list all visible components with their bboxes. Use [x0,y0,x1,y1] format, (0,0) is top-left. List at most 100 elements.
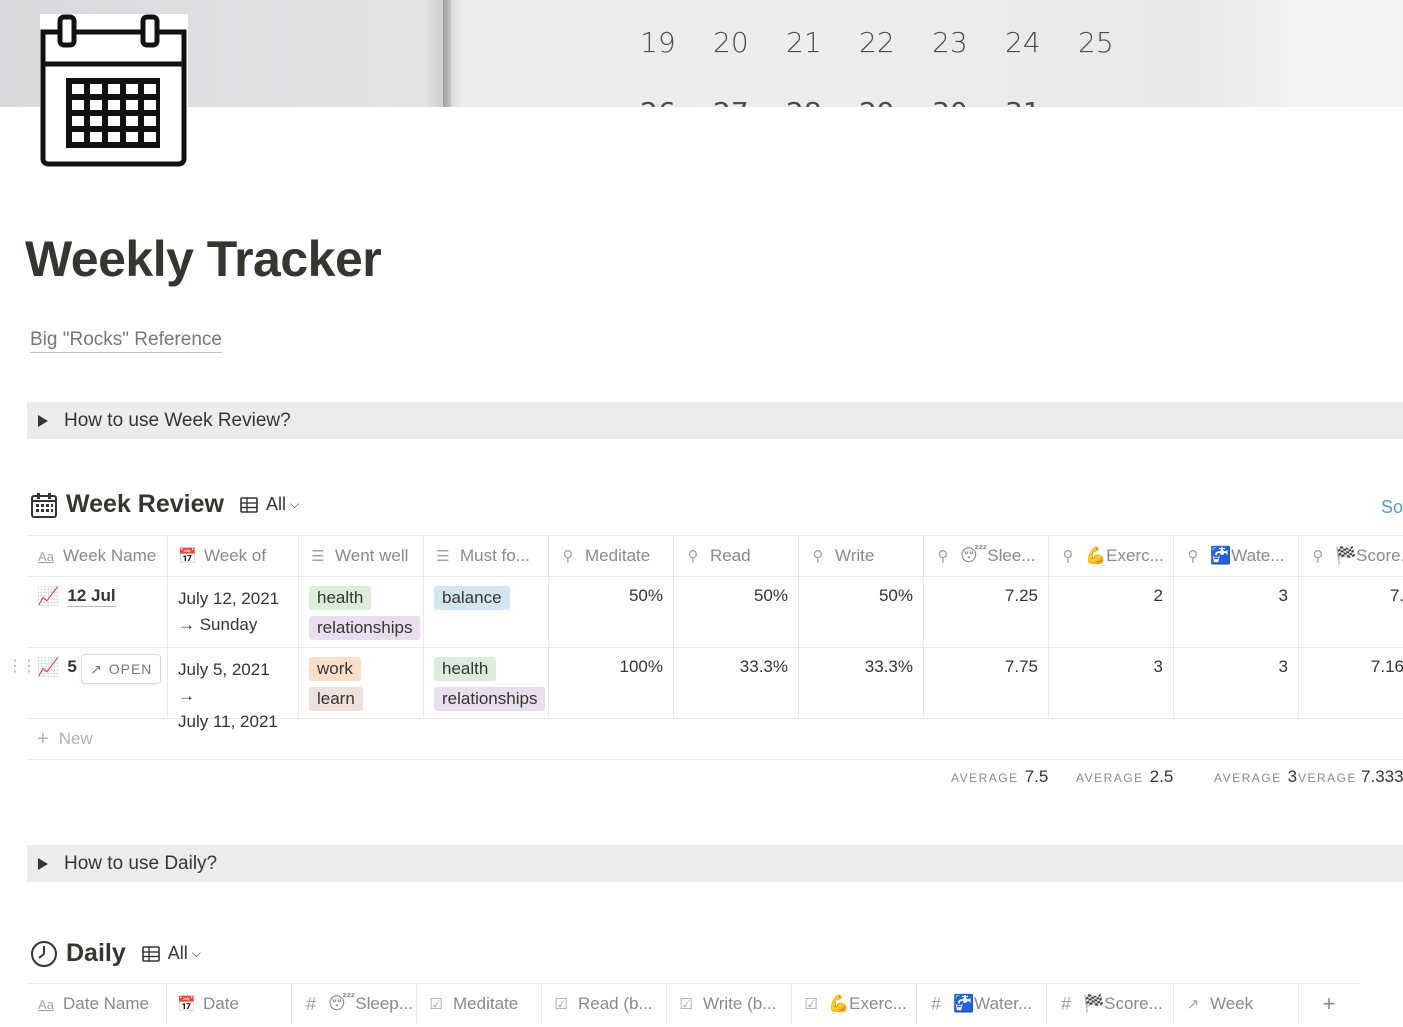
week-of-cell[interactable]: July 5, 2021 → July 11, 2021 [168,648,299,731]
tag-relationships: relationships [309,616,421,640]
score-cell[interactable]: 7.16 [1299,648,1403,718]
tag-work: work [309,657,361,681]
read-cell[interactable]: 50% [674,577,799,647]
water-emoji-icon: 🚰 [953,994,975,1013]
calendar-icon: 📅 [178,548,197,565]
water-cell[interactable]: 3 [1174,648,1299,718]
calendar-icon[interactable] [40,14,188,169]
expand-icon: ↗ [90,660,103,677]
column-header-score[interactable]: # 🏁 Score... [1047,984,1174,1024]
table-header-row: Aa Date Name 📅 Date # 😴 Sleep... ☑ Meditate ☑… [27,984,1359,1024]
add-column-button[interactable]: + [1299,984,1359,1024]
sleeping-emoji-icon: 😴 [960,546,988,565]
must-focus-cell[interactable]: health relationships [424,648,549,718]
column-header-score[interactable]: ⚲ 🏁 Score. [1299,536,1403,576]
score-average[interactable]: VERAGE7.3333 [1298,767,1403,787]
sleep-average[interactable]: AVERAGE 7.5 [951,767,1048,787]
column-header-sleep[interactable]: # 😴 Sleep... [292,984,417,1024]
chequered-flag-emoji-icon: 🏁 [1335,546,1357,565]
week-review-header: Week Review All ⌵ [30,490,299,519]
column-header-went-well[interactable]: ☰ Went well [299,536,424,576]
open-button[interactable]: ↗ OPEN [81,654,162,684]
relation-arrow-icon: ↗ [1186,996,1200,1013]
column-header-week[interactable]: ↗ Week [1174,984,1299,1024]
chart-page-icon: 📈 [37,586,60,606]
checkbox-icon: ☑ [679,996,693,1013]
calendar-icon: 📅 [177,996,196,1013]
sleep-cell[interactable]: 7.25 [924,577,1049,647]
water-average[interactable]: AVERAGE 3 [1214,767,1297,787]
exercise-cell[interactable]: 2 [1049,577,1174,647]
exercise-average[interactable]: AVERAGE 2.5 [1076,767,1173,787]
text-property-icon: Aa [38,548,54,564]
column-header-week-of[interactable]: 📅 Week of [168,536,299,576]
tag-relationships: relationships [434,687,546,711]
meditate-cell[interactable]: 50% [549,577,674,647]
calendar-icon [31,492,57,518]
column-header-exercise[interactable]: ☑ 💪 Exerc... [792,984,917,1024]
column-header-water[interactable]: # 🚰 Water... [917,984,1047,1024]
week-name-cell[interactable]: 📈 5 ↗ OPEN [27,648,168,718]
flexed-biceps-emoji-icon: 💪 [1085,546,1107,565]
column-header-sleep[interactable]: ⚲ 😴 Slee... [924,536,1049,576]
checkbox-icon: ☑ [429,996,443,1013]
checkbox-icon: ☑ [554,996,568,1013]
sort-button[interactable]: So [1381,497,1403,518]
chevron-down-icon: ⌵ [191,946,201,960]
search-icon: ⚲ [1312,548,1324,565]
number-icon: # [305,993,316,1014]
tag-balance: balance [434,586,510,610]
daily-table: Aa Date Name 📅 Date # 😴 Sleep... ☑ Meditate ☑… [27,983,1359,1024]
toggle-week-review-help[interactable]: How to use Week Review? [27,402,1403,439]
water-cell[interactable]: 3 [1174,577,1299,647]
meditate-cell[interactable]: 100% [549,648,674,718]
went-well-cell[interactable]: health relationships [299,577,424,647]
page-title[interactable]: Weekly Tracker [25,230,382,288]
number-icon: # [930,993,941,1014]
list-icon: ☰ [311,548,325,565]
toggle-daily-help[interactable]: How to use Daily? [27,845,1403,882]
column-header-water[interactable]: ⚲ 🚰 Wate... [1174,536,1299,576]
week-name-cell[interactable]: 📈 12 Jul [27,577,168,647]
must-focus-cell[interactable]: balance [424,577,549,647]
table-row[interactable]: 📈 5 ↗ OPEN July 5, 2021 → July 11, 2021 … [27,648,1403,731]
database-title[interactable]: Daily [66,939,126,968]
plus-icon: + [37,727,49,750]
write-cell[interactable]: 50% [799,577,924,647]
column-header-read[interactable]: ⚲ Read [674,536,799,576]
sleep-cell[interactable]: 7.75 [924,648,1049,718]
reference-link[interactable]: Big "Rocks" Reference [30,328,222,353]
view-selector[interactable]: All ⌵ [141,943,201,964]
database-title[interactable]: Week Review [66,490,224,519]
flexed-biceps-emoji-icon: 💪 [828,994,850,1013]
chevron-down-icon: ⌵ [289,497,300,511]
column-header-meditate[interactable]: ☑ Meditate [417,984,542,1024]
toggle-triangle-icon[interactable] [38,857,48,870]
table-icon [240,496,258,513]
score-cell[interactable]: 7. [1299,577,1403,647]
column-header-must-focus[interactable]: ☰ Must fo... [424,536,549,576]
column-header-date-name[interactable]: Aa Date Name [27,984,167,1024]
column-header-write[interactable]: ☑ Write (b... [667,984,792,1024]
view-selector[interactable]: All ⌵ [240,494,299,515]
column-header-week-name[interactable]: Aa Week Name [27,536,168,576]
week-of-cell[interactable]: July 12, 2021 → Sunday [168,577,299,647]
column-header-read[interactable]: ☑ Read (b... [542,984,667,1024]
toggle-triangle-icon[interactable] [38,414,48,427]
list-icon: ☰ [436,548,450,565]
went-well-cell[interactable]: work learn [299,648,424,718]
column-header-exercise[interactable]: ⚲ 💪 Exerc... [1049,536,1174,576]
search-icon: ⚲ [1062,548,1074,565]
column-header-date[interactable]: 📅 Date [167,984,292,1024]
drag-handle-icon[interactable]: ⋮⋮ [7,656,37,676]
column-header-write[interactable]: ⚲ Write [799,536,924,576]
write-cell[interactable]: 33.3% [799,648,924,718]
column-header-meditate[interactable]: ⚲ Meditate [549,536,674,576]
read-cell[interactable]: 33.3% [674,648,799,718]
tag-health: health [309,586,372,610]
table-row[interactable]: 📈 12 Jul July 12, 2021 → Sunday health r… [27,577,1403,648]
tag-health: health [434,657,497,681]
week-review-table: Aa Week Name 📅 Week of ☰ Went well ☰ Must fo… [27,535,1403,760]
checkbox-icon: ☑ [804,996,818,1013]
exercise-cell[interactable]: 3 [1049,648,1174,718]
